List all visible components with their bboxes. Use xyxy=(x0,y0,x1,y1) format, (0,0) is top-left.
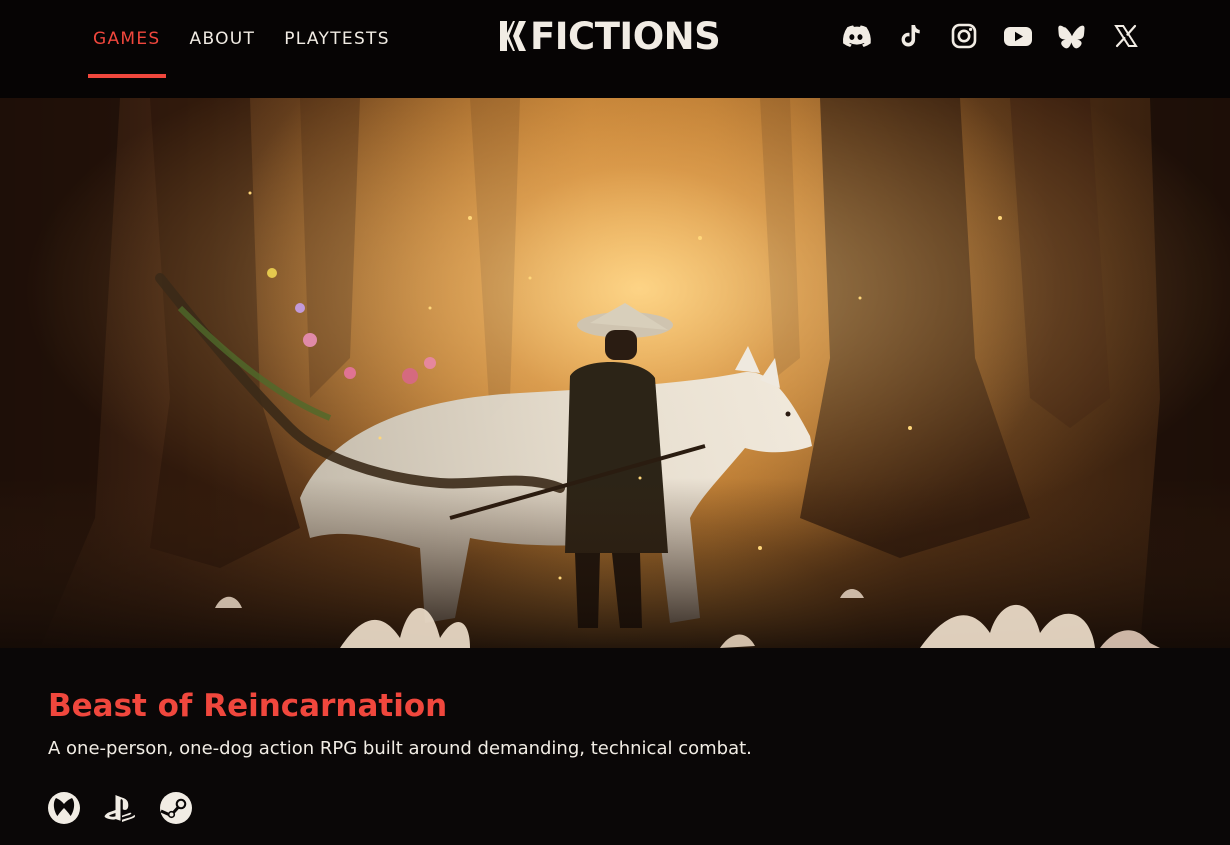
game-title[interactable]: Beast of Reincarnation xyxy=(48,686,447,726)
site-header: GAMES ABOUT PLAYTESTS FICTIONS xyxy=(0,0,1230,98)
hero-illustration xyxy=(0,98,1230,648)
social-links xyxy=(838,20,1162,52)
platform-playstation[interactable] xyxy=(102,790,138,826)
tiktok-icon xyxy=(901,25,920,47)
youtube-icon xyxy=(1004,27,1032,46)
nav-games[interactable]: GAMES xyxy=(88,0,166,78)
discord-icon xyxy=(842,25,871,47)
bluesky-icon xyxy=(1058,25,1085,49)
playstation-icon xyxy=(104,795,135,822)
instagram-icon xyxy=(951,23,977,49)
hero-key-art[interactable] xyxy=(0,98,1230,648)
bluesky-link[interactable] xyxy=(1054,20,1090,52)
nav-playtests[interactable]: PLAYTESTS xyxy=(279,0,395,78)
platform-list xyxy=(46,790,214,826)
game-description: A one-person, one-dog action RPG built a… xyxy=(48,738,752,759)
nav-about[interactable]: ABOUT xyxy=(185,0,261,78)
logo-mark-icon xyxy=(500,21,526,51)
platform-steam[interactable] xyxy=(158,790,194,826)
fictions-logo[interactable]: FICTIONS xyxy=(498,14,721,58)
logo-text: FICTIONS xyxy=(530,14,721,58)
instagram-link[interactable] xyxy=(946,20,982,52)
main-nav: GAMES ABOUT PLAYTESTS xyxy=(88,0,414,98)
youtube-link[interactable] xyxy=(1000,20,1036,52)
x-icon xyxy=(1114,24,1138,48)
platform-xbox[interactable] xyxy=(46,790,82,826)
x-link[interactable] xyxy=(1108,20,1144,52)
steam-icon xyxy=(160,792,192,824)
discord-link[interactable] xyxy=(838,20,874,52)
xbox-icon xyxy=(48,792,80,824)
tiktok-link[interactable] xyxy=(892,20,928,52)
